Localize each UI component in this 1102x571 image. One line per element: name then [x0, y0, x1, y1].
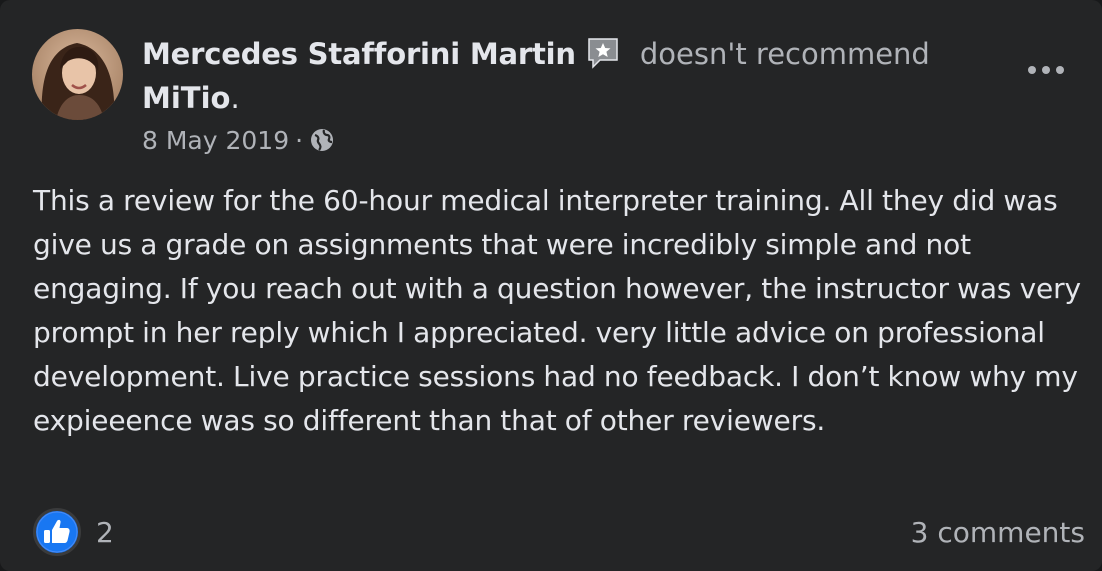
post-meta: 8 May 2019 · [142, 121, 335, 159]
post-header: Mercedes Stafforini Martin doesn't recom… [142, 30, 930, 78]
review-card: Mercedes Stafforini Martin doesn't recom… [0, 0, 1102, 571]
like-count[interactable]: 2 [96, 513, 114, 553]
recommendation-status: doesn't recommend [639, 37, 930, 71]
post-date[interactable]: 8 May 2019 [142, 126, 289, 155]
more-horizontal-icon [1028, 66, 1064, 74]
review-body: This a review for the 60-hour medical in… [33, 184, 1081, 437]
page-name-link[interactable]: MiTio [142, 81, 230, 115]
review-star-badge-icon [586, 36, 620, 72]
reviewed-page: MiTio. [142, 77, 240, 119]
thumbs-up-icon[interactable] [33, 508, 81, 556]
meta-separator: · [295, 125, 304, 155]
globe-icon [309, 127, 335, 153]
post-footer: 2 3 comments [0, 505, 1102, 561]
author-name[interactable]: Mercedes Stafforini Martin [142, 37, 576, 71]
author-avatar[interactable] [32, 29, 123, 120]
page-name-suffix: . [230, 81, 240, 115]
more-options-button[interactable] [1020, 55, 1072, 85]
comments-link[interactable]: 3 comments [911, 513, 1085, 553]
